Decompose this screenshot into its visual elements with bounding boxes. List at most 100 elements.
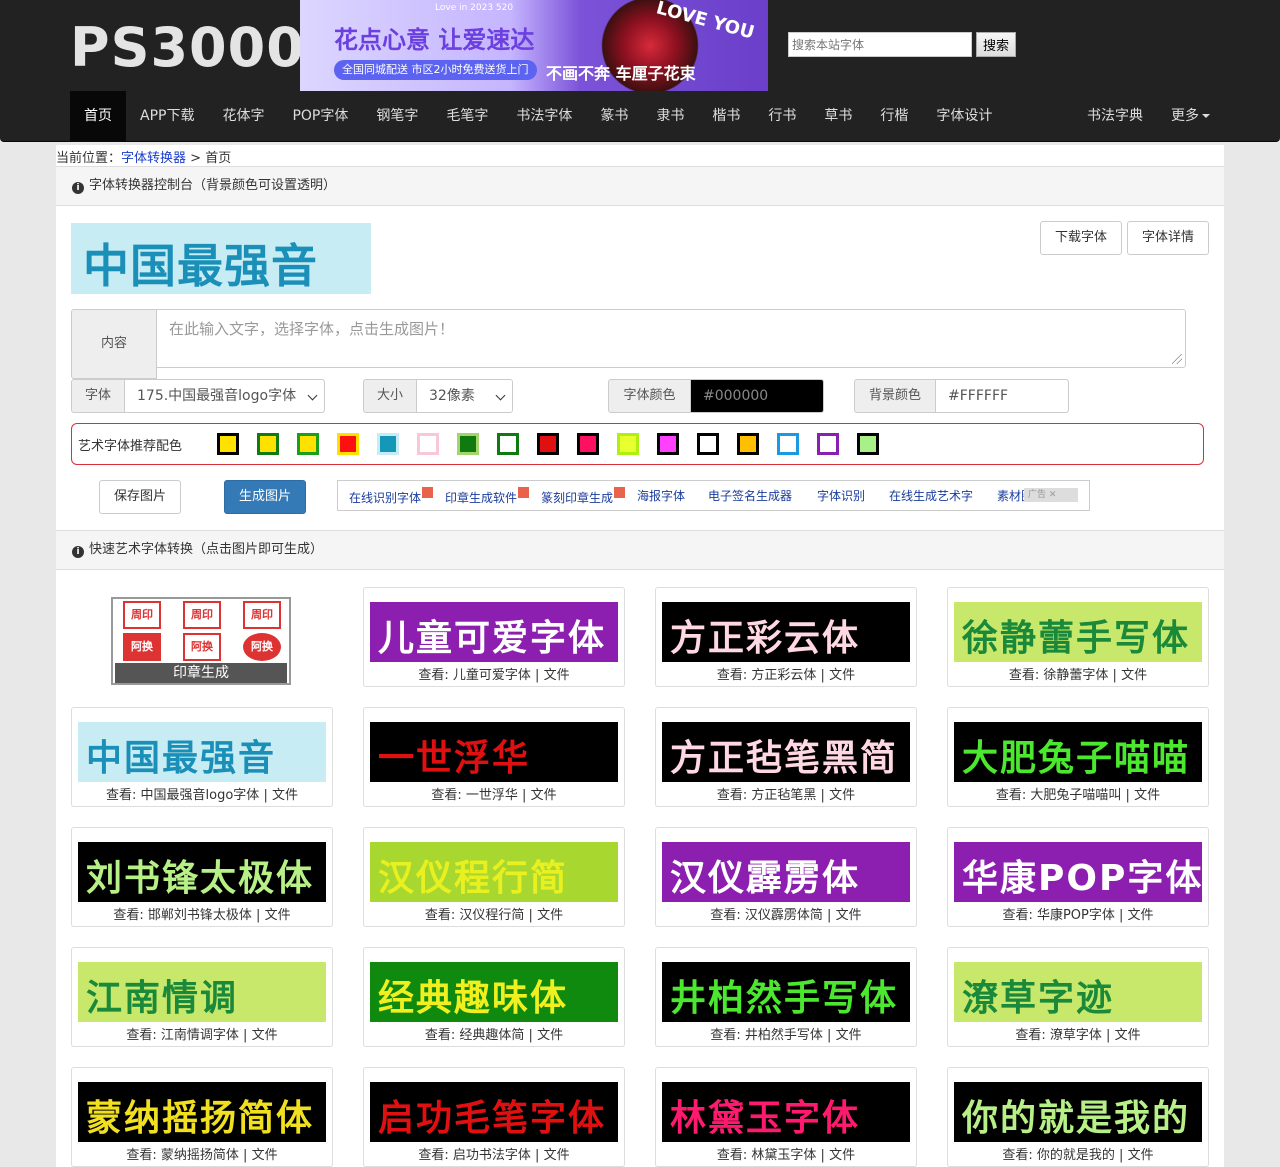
font-sample-image[interactable]: 刘书锋太极体 [78,842,326,902]
palette-swatch[interactable] [777,433,799,455]
font-sample-image[interactable]: 中国最强音 [78,722,326,782]
font-file-link[interactable]: 文件 [272,788,298,803]
font-name-link[interactable]: 汉仪程行简 [459,908,524,923]
nav-item-pop[interactable]: POP字体 [278,91,362,141]
nav-item-shufa[interactable]: 书法字体 [502,91,586,141]
link-poster-font[interactable]: 海报字体 [637,487,685,504]
download-font-button[interactable]: 下载字体 [1040,221,1122,255]
palette-swatch[interactable] [417,433,439,455]
font-card[interactable]: 你的就是我的 查看: 你的就是我的 | 文件 [947,1067,1209,1167]
palette-swatch[interactable] [497,433,519,455]
font-name-link[interactable]: 启功书法字体 [453,1148,531,1163]
font-name-link[interactable]: 蒙纳摇扬简体 [161,1148,239,1163]
font-file-link[interactable]: 文件 [1134,788,1160,803]
font-card[interactable]: 潦草字迹 查看: 潦草字体 | 文件 [947,947,1209,1047]
font-file-link[interactable]: 文件 [537,1028,563,1043]
palette-swatch[interactable] [737,433,759,455]
font-card[interactable]: 汉仪霹雳体 查看: 汉仪霹雳体简 | 文件 [655,827,917,927]
nav-item-app[interactable]: APP下载 [126,91,208,141]
palette-swatch[interactable] [657,433,679,455]
font-name-link[interactable]: 你的就是我的 [1037,1148,1115,1163]
link-seal-carving[interactable]: 篆刻印章生成 [541,487,626,506]
font-name-link[interactable]: 儿童可爱字体 [453,668,531,683]
font-card[interactable]: 蒙纳摇扬简体 查看: 蒙纳摇扬简体 | 文件 [71,1067,333,1167]
font-sample-image[interactable]: 井柏然手写体 [662,962,910,1022]
palette-swatch[interactable] [377,433,399,455]
link-art-text[interactable]: 在线生成艺术字 [889,487,973,504]
font-card[interactable]: 江南情调 查看: 江南情调字体 | 文件 [71,947,333,1047]
ad-banner[interactable]: Love in 2023 520 花点心意 让爱速达 全国同城配送 市区2小时免… [300,0,768,91]
font-card[interactable]: 启功毛笔字体 查看: 启功书法字体 | 文件 [363,1067,625,1167]
font-card[interactable]: 一世浮华 查看: 一世浮华 | 文件 [363,707,625,807]
font-name-link[interactable]: 潦草字体 [1050,1028,1102,1043]
link-e-signature[interactable]: 电子签名生成器 [708,487,792,504]
link-font-identify[interactable]: 字体识别 [817,487,865,504]
seal-generator-card[interactable]: 周印 周印 周印 阿换 阿换 阿换 印章生成 [111,597,291,685]
font-card[interactable]: 汉仪程行简 查看: 汉仪程行简 | 文件 [363,827,625,927]
nav-item-kaishu[interactable]: 楷书 [698,91,754,141]
font-card[interactable]: 井柏然手写体 查看: 井柏然手写体 | 文件 [655,947,917,1047]
font-name-link[interactable]: 经典趣体简 [459,1028,524,1043]
ad-tag[interactable]: 广告 ✕ [1024,488,1078,502]
font-name-link[interactable]: 方正彩云体 [751,668,816,683]
nav-item-huati[interactable]: 花体字 [208,91,278,141]
content-textarea[interactable]: 在此输入文字，选择字体，点击生成图片！ [156,309,1186,368]
nav-item-xingkai[interactable]: 行楷 [866,91,922,141]
font-name-link[interactable]: 一世浮华 [466,788,518,803]
nav-item-home[interactable]: 首页 [70,91,126,141]
font-file-link[interactable]: 文件 [544,1148,570,1163]
font-sample-image[interactable]: 徐静蕾手写体 [954,602,1202,662]
font-file-link[interactable]: 文件 [836,908,862,923]
font-name-link[interactable]: 华康POP字体 [1037,908,1115,923]
nav-item-xingshu[interactable]: 行书 [754,91,810,141]
font-sample-image[interactable]: 华康POP字体 [954,842,1202,902]
nav-item-more[interactable]: 更多 [1157,91,1224,141]
font-card[interactable]: 方正彩云体 查看: 方正彩云体 | 文件 [655,587,917,687]
link-recognize-font[interactable]: 在线识别字体 [349,487,434,506]
font-file-link[interactable]: 文件 [836,1028,862,1043]
font-card[interactable]: 大肥兔子喵喵 查看: 大肥兔子喵喵叫 | 文件 [947,707,1209,807]
font-sample-image[interactable]: 汉仪霹雳体 [662,842,910,902]
palette-swatch[interactable] [577,433,599,455]
font-file-link[interactable]: 文件 [544,668,570,683]
font-sample-image[interactable]: 大肥兔子喵喵 [954,722,1202,782]
font-sample-image[interactable]: 经典趣味体 [370,962,618,1022]
font-file-link[interactable]: 文件 [1128,908,1154,923]
font-name-link[interactable]: 邯郸刘书锋太极体 [148,908,252,923]
font-card[interactable]: 儿童可爱字体 查看: 儿童可爱字体 | 文件 [363,587,625,687]
font-file-link[interactable]: 文件 [829,788,855,803]
font-card[interactable]: 华康POP字体 查看: 华康POP字体 | 文件 [947,827,1209,927]
font-name-link[interactable]: 徐静蕾字体 [1043,668,1108,683]
nav-item-maobi[interactable]: 毛笔字 [432,91,502,141]
font-color-input[interactable]: #000000 [690,379,824,413]
font-file-link[interactable]: 文件 [829,668,855,683]
font-name-link[interactable]: 井柏然手写体 [745,1028,823,1043]
font-sample-image[interactable]: 潦草字迹 [954,962,1202,1022]
font-file-link[interactable]: 文件 [829,1148,855,1163]
palette-swatch[interactable] [617,433,639,455]
nav-item-design[interactable]: 字体设计 [922,91,1006,141]
nav-item-lishu[interactable]: 隶书 [642,91,698,141]
font-card[interactable]: 经典趣味体 查看: 经典趣体简 | 文件 [363,947,625,1047]
palette-swatch[interactable] [697,433,719,455]
font-sample-image[interactable]: 你的就是我的 [954,1082,1202,1142]
palette-swatch[interactable] [217,433,239,455]
resize-handle-icon[interactable] [1172,354,1182,364]
search-input[interactable] [788,32,972,57]
font-card[interactable]: 刘书锋太极体 查看: 邯郸刘书锋太极体 | 文件 [71,827,333,927]
search-button[interactable]: 搜索 [976,32,1016,57]
font-name-link[interactable]: 中国最强音logo字体 [141,788,260,803]
palette-swatch[interactable] [257,433,279,455]
font-detail-button[interactable]: 字体详情 [1127,221,1209,255]
font-sample-image[interactable]: 启功毛笔字体 [370,1082,618,1142]
nav-item-caoshu[interactable]: 草书 [810,91,866,141]
font-name-link[interactable]: 方正毡笔黑 [751,788,816,803]
size-select[interactable]: 32像素 [416,379,513,413]
palette-swatch[interactable] [337,433,359,455]
palette-swatch[interactable] [857,433,879,455]
font-file-link[interactable]: 文件 [252,1028,278,1043]
save-image-button[interactable]: 保存图片 [99,480,181,514]
link-seal-software[interactable]: 印章生成软件 [445,487,530,506]
font-select[interactable]: 175.中国最强音logo字体 [124,379,325,413]
font-sample-image[interactable]: 林黛玉字体 [662,1082,910,1142]
